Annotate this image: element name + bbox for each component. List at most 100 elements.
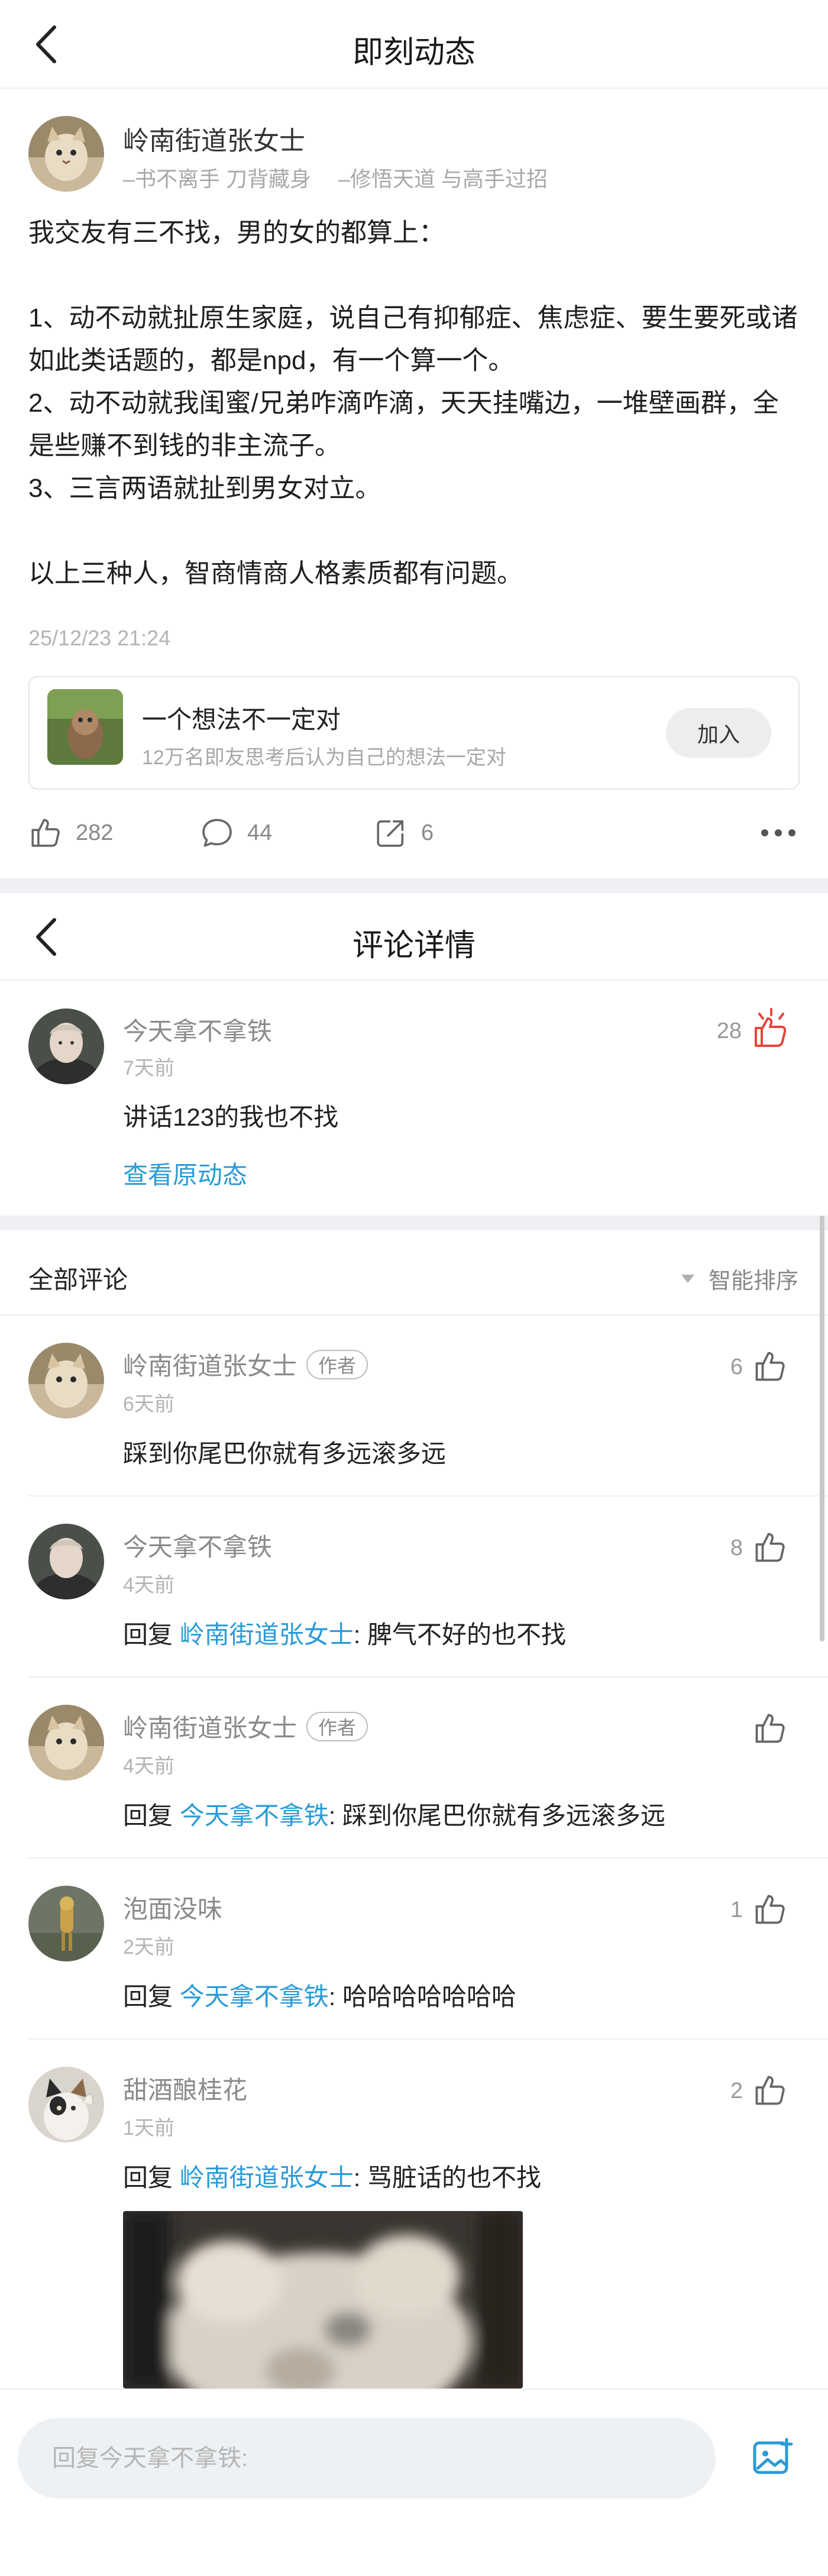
like-action[interactable]: 282 — [28, 815, 129, 851]
reply-prefix: 回复 — [123, 1621, 173, 1649]
main-comment-text: 讲话123的我也不找 — [123, 1103, 339, 1131]
reply-text: : 脾气不好的也不找 — [353, 1621, 567, 1649]
sort-label: 智能排序 — [709, 1269, 799, 1294]
comment-time: 1天前 — [123, 2117, 174, 2139]
liked-thumbs-up-icon — [755, 1008, 787, 1047]
post-body: 我交友有三不找，男的女的都算上： 1、动不动就扯原生家庭，说自己有抑郁症、焦虑症… — [28, 218, 798, 588]
reply-to-user[interactable]: 岭南街道张女士 — [180, 2164, 354, 2192]
comment-author[interactable]: 岭南街道张女士 — [123, 1708, 297, 1744]
comment-time: 6天前 — [123, 1393, 174, 1415]
man-avatar-image — [28, 1524, 104, 1599]
thumbs-up-icon — [755, 1895, 785, 1924]
thumbs-up-icon — [755, 1533, 785, 1562]
more-dots-icon — [761, 829, 795, 836]
reply-to-user[interactable]: 今天拿不拿铁 — [180, 1983, 329, 2011]
share-count: 6 — [421, 820, 434, 845]
comment-divider — [28, 1676, 828, 1678]
blurry-cat-photo — [123, 2211, 523, 2388]
main-comment-like-button[interactable] — [751, 1006, 793, 1052]
thumbs-up-icon — [755, 1352, 785, 1381]
comment-text: 回复 岭南街道张女士: 骂脏话的也不找 — [123, 2158, 541, 2194]
section-separator-2 — [0, 1216, 828, 1230]
reply-to-user[interactable]: 今天拿不拿铁 — [180, 1802, 329, 1830]
comment-divider — [28, 1495, 828, 1497]
reply-to-user[interactable]: 岭南街道张女士 — [180, 1621, 354, 1649]
post-author-signature-2: –修悟天道 与高手过招 — [338, 167, 548, 191]
post-time: 25/12/23 21:24 — [28, 626, 171, 650]
comment-avatar[interactable] — [28, 2067, 104, 2142]
top-header: 即刻动态 — [0, 0, 828, 89]
comment-like-button[interactable] — [752, 2073, 788, 2111]
comment-avatar[interactable] — [28, 1705, 104, 1780]
main-comment-time: 7天前 — [123, 1057, 174, 1079]
man-avatar-image — [28, 1009, 104, 1084]
author-badge: 作者 — [306, 1711, 368, 1741]
view-original-post-link[interactable]: 查看原动态 — [123, 1155, 247, 1191]
comment-author-row: 岭南街道张女士 作者 — [123, 1346, 368, 1382]
comment-text: 踩到你尾巴你就有多远滚多远 — [123, 1440, 447, 1468]
image-icon — [753, 2438, 793, 2474]
group-card[interactable]: 一个想法不一定对 12万名即友思考后认为自己的想法一定对 加入 — [28, 676, 800, 790]
comment-avatar[interactable] — [28, 1524, 104, 1599]
post-author-name[interactable]: 岭南街道张女士 — [123, 119, 305, 157]
comment-time: 4天前 — [123, 1755, 174, 1777]
reply-prefix: 回复 — [123, 1983, 173, 2011]
figure-avatar-image — [28, 1886, 104, 1961]
group-thumbnail — [47, 689, 123, 765]
comment-time: 4天前 — [123, 1574, 174, 1596]
share-icon — [377, 820, 404, 847]
comment-author[interactable]: 岭南街道张女士 — [123, 1346, 297, 1382]
comment-divider — [28, 1857, 828, 1859]
caret-down-icon — [681, 1274, 694, 1283]
main-comment-author[interactable]: 今天拿不拿铁 — [123, 1011, 272, 1048]
comment-like-count: 6 — [730, 1355, 743, 1379]
section-separator — [0, 878, 828, 893]
comment-author[interactable]: 泡面没味 — [123, 1889, 222, 1925]
comment-action[interactable]: 44 — [200, 815, 300, 851]
comment-author[interactable]: 今天拿不拿铁 — [123, 1527, 272, 1563]
comment-like-count: 2 — [730, 2079, 743, 2103]
cat-avatar-image — [28, 1705, 104, 1780]
comment-like-button[interactable] — [752, 1349, 788, 1387]
comment-count: 44 — [247, 820, 273, 845]
comment-text: 回复 今天拿不拿铁: 哈哈哈哈哈哈哈 — [123, 1977, 516, 2013]
more-options-button[interactable] — [761, 822, 802, 843]
thumbs-up-icon — [31, 819, 60, 847]
sort-toggle[interactable]: 智能排序 — [680, 1262, 798, 1295]
reply-bar — [0, 2388, 828, 2576]
comment-divider — [28, 2038, 828, 2040]
main-comment-avatar[interactable] — [28, 1009, 104, 1084]
kitten-avatar-image — [28, 2067, 104, 2142]
main-comment-like-count: 28 — [716, 1019, 742, 1043]
comment-bubble-icon — [202, 819, 232, 847]
reply-prefix: 回复 — [123, 2164, 173, 2192]
comment-like-count: 8 — [730, 1536, 743, 1560]
comment-like-button[interactable] — [752, 1711, 788, 1749]
comment-avatar[interactable] — [28, 1886, 104, 1961]
reply-text: : 骂脏话的也不找 — [353, 2164, 542, 2192]
comment-time: 2天前 — [123, 1936, 174, 1958]
reply-text: : 哈哈哈哈哈哈哈 — [328, 1983, 517, 2011]
page-title: 即刻动态 — [352, 35, 476, 70]
thumbs-up-icon — [755, 2076, 785, 2105]
image-picker-button[interactable] — [752, 2437, 796, 2481]
like-count: 282 — [76, 820, 114, 845]
group-name: 一个想法不一定对 — [142, 706, 341, 733]
comment-detail-header: 评论详情 — [0, 893, 828, 981]
share-action[interactable]: 6 — [374, 815, 474, 851]
comment-like-button[interactable] — [752, 1892, 788, 1930]
scrollbar[interactable] — [820, 1216, 824, 1641]
comment-like-button[interactable] — [752, 1530, 788, 1568]
reply-prefix: 回复 — [123, 1802, 173, 1830]
join-group-button[interactable]: 加入 — [666, 708, 771, 758]
post-author-avatar[interactable] — [28, 116, 104, 192]
reply-input[interactable] — [18, 2418, 716, 2499]
comment-author[interactable]: 甜酒酿桂花 — [123, 2070, 247, 2106]
comment-text: 回复 今天拿不拿铁: 踩到你尾巴你就有多远滚多远 — [123, 1796, 665, 1832]
cat-avatar-image — [28, 116, 104, 192]
comment-avatar[interactable] — [28, 1343, 104, 1418]
comment-image[interactable] — [123, 2211, 523, 2388]
group-thumbnail-image — [47, 689, 123, 765]
author-badge: 作者 — [306, 1349, 368, 1379]
group-description: 12万名即友思考后认为自己的想法一定对 — [142, 746, 506, 769]
